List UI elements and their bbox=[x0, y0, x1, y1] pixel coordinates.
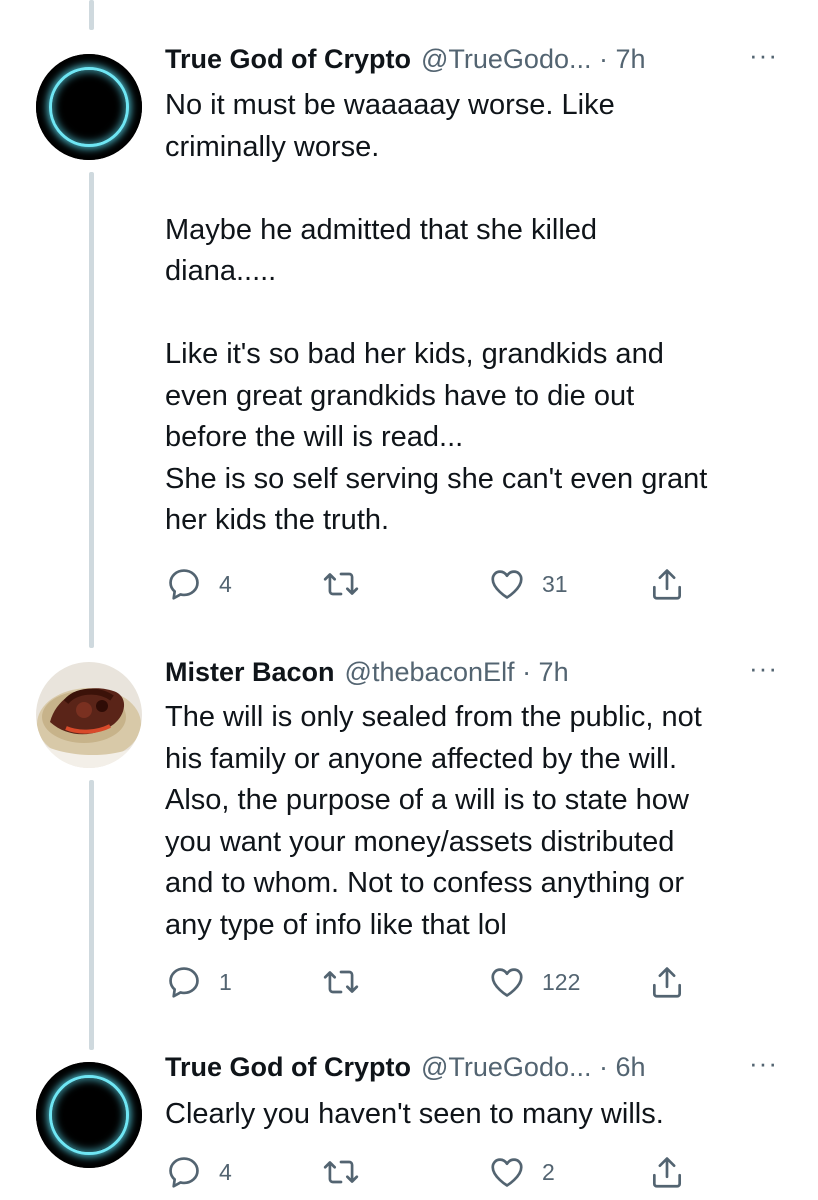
crypto-ring-avatar bbox=[49, 1075, 129, 1155]
more-options-icon[interactable]: ··· bbox=[749, 1048, 778, 1079]
like-icon bbox=[491, 1158, 523, 1187]
tweet-text: Clearly you haven't seen to many wills. bbox=[165, 1098, 664, 1130]
avatar[interactable] bbox=[36, 1062, 142, 1168]
display-name[interactable]: True God of Crypto bbox=[165, 1052, 411, 1083]
reply-button[interactable]: 4 bbox=[165, 1153, 232, 1191]
reply-icon bbox=[169, 1157, 199, 1188]
reply-count: 4 bbox=[219, 1158, 232, 1185]
handle-and-time[interactable]: @TrueGodo... · 6h bbox=[421, 1052, 646, 1083]
retweet-icon bbox=[323, 1160, 359, 1184]
retweet-button[interactable] bbox=[322, 1153, 376, 1191]
share-icon bbox=[652, 1157, 682, 1188]
like-count: 2 bbox=[542, 1158, 555, 1185]
tweet-header: True God of Crypto @TrueGodo... · 6h ··· bbox=[165, 1048, 778, 1088]
tweet-3[interactable]: True God of Crypto @TrueGodo... · 6h ···… bbox=[0, 0, 818, 1200]
action-bar: 4 2 bbox=[165, 1153, 725, 1197]
like-button[interactable]: 2 bbox=[488, 1153, 555, 1191]
share-button[interactable] bbox=[648, 1153, 686, 1191]
